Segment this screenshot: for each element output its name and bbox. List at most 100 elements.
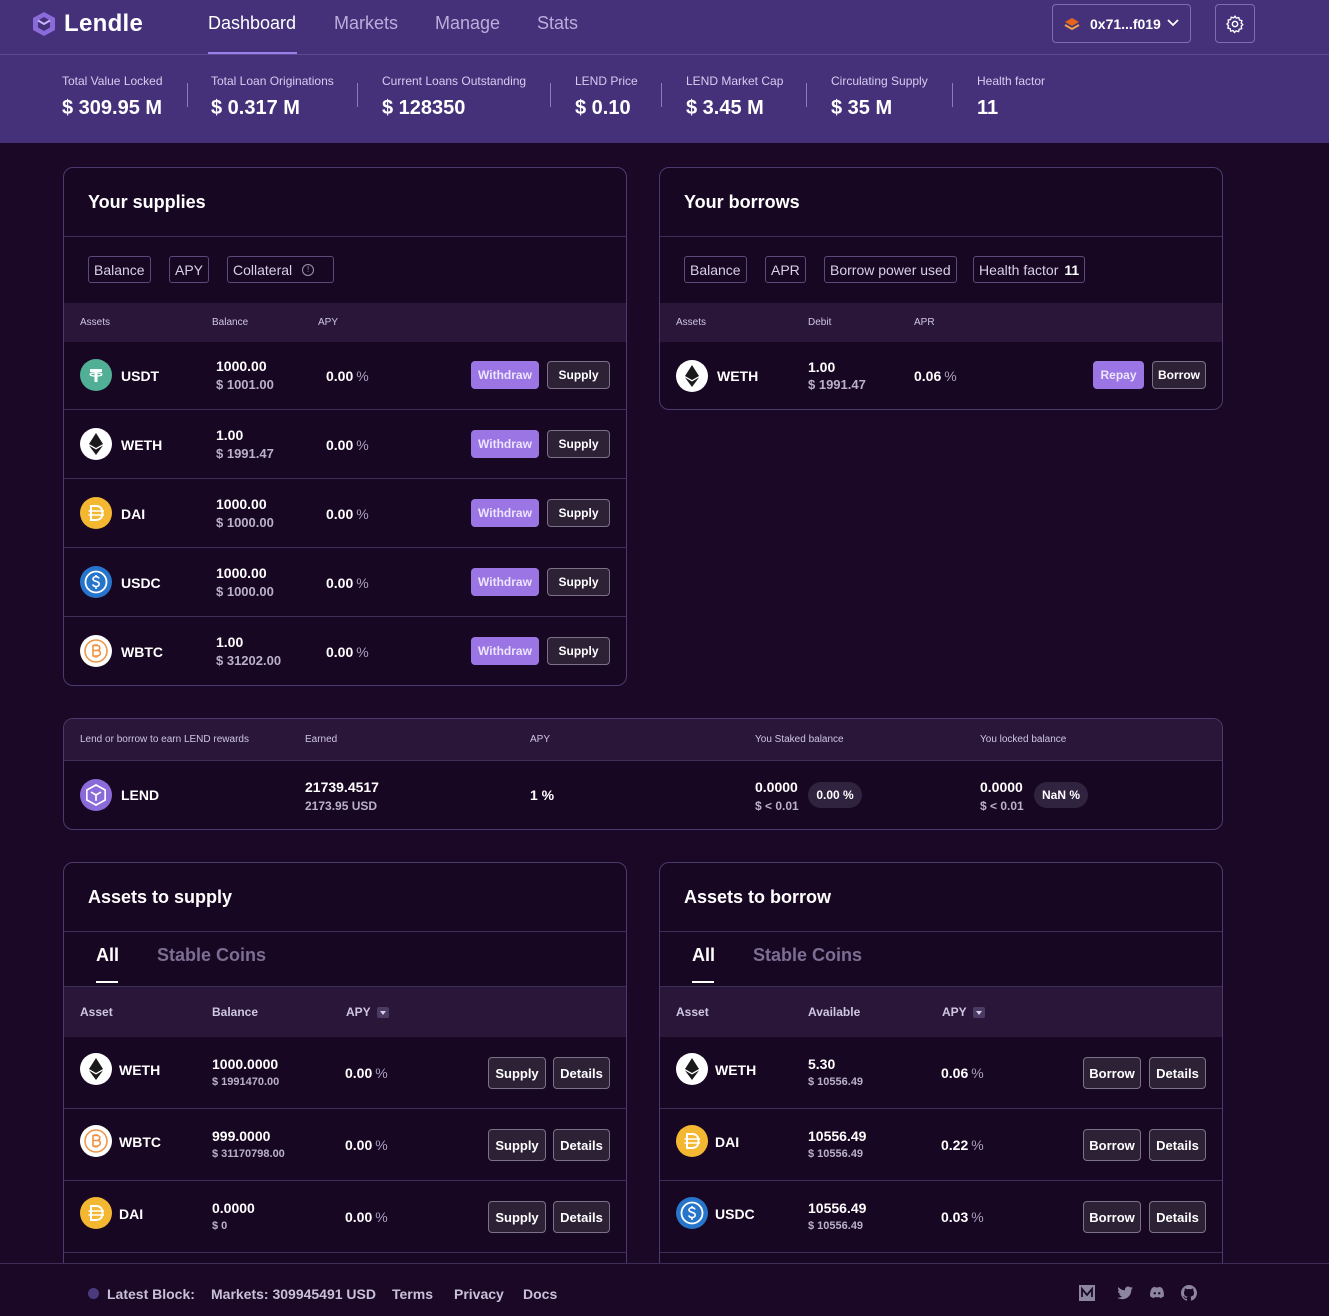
- weth-icon: [676, 1053, 708, 1085]
- column-header-balance: Balance: [212, 317, 249, 328]
- supply-button[interactable]: Supply: [488, 1057, 546, 1089]
- stat-label: LEND Market Cap: [686, 74, 784, 88]
- apy-value: 0.00: [345, 1209, 373, 1225]
- asset-balance: 1.00: [216, 427, 244, 443]
- usdc-icon: [80, 566, 112, 598]
- available-usd: $ 10556.49: [808, 1148, 864, 1160]
- your-borrows-card: Your borrows Assets Debit APR WETH 1.00 …: [659, 167, 1223, 410]
- details-button[interactable]: Details: [1149, 1129, 1206, 1161]
- borrow-button[interactable]: Borrow: [1083, 1201, 1141, 1233]
- stat-value: $ 0.317 M: [211, 97, 300, 119]
- supply-button[interactable]: Supply: [547, 637, 610, 665]
- details-button[interactable]: Details: [553, 1129, 610, 1161]
- tab-stable-coins[interactable]: Stable Coins: [157, 945, 266, 966]
- borrow-button[interactable]: Borrow: [1152, 361, 1206, 389]
- borrow-apr: 0.06%: [914, 368, 957, 384]
- app-name: Lendle: [64, 10, 144, 37]
- chip-health-factor: Health factor 11: [973, 256, 1086, 283]
- settings-button[interactable]: [1215, 4, 1255, 43]
- nav-dashboard[interactable]: Dashboard: [208, 13, 296, 34]
- logo[interactable]: Lendle: [32, 10, 143, 38]
- column-header-apy[interactable]: APY: [346, 1005, 389, 1019]
- asset-balance: 1000.00: [216, 358, 267, 374]
- nav-stats[interactable]: Stats: [537, 13, 578, 34]
- table-row: WETH 1.00 $ 1991.47 0.00% Withdraw Suppl…: [64, 410, 626, 479]
- github-icon[interactable]: [1180, 1284, 1198, 1302]
- borrow-button[interactable]: Borrow: [1083, 1057, 1141, 1089]
- chip-collateral: Collateral !: [227, 256, 334, 283]
- supply-button[interactable]: Supply: [547, 430, 610, 458]
- divider: [660, 931, 1222, 932]
- details-button[interactable]: Details: [553, 1201, 610, 1233]
- tab-all[interactable]: All: [96, 945, 119, 966]
- nav-active-indicator: [208, 52, 297, 54]
- withdraw-button[interactable]: Withdraw: [471, 568, 539, 596]
- details-button[interactable]: Details: [1149, 1201, 1206, 1233]
- asset-apy: 0.00%: [326, 575, 369, 591]
- table-row: WBTC 1.00 $ 31202.00 0.00% Withdraw Supp…: [64, 617, 626, 685]
- stat-circulating-supply: Circulating Supply $ 35 M: [831, 74, 928, 120]
- table-row: DAI 10556.49 $ 10556.49 0.22% Borrow Det…: [660, 1109, 1222, 1181]
- withdraw-button[interactable]: Withdraw: [471, 637, 539, 665]
- usdt-icon: [80, 359, 112, 391]
- apy-value: 0.00: [345, 1137, 373, 1153]
- supply-button[interactable]: Supply: [547, 361, 610, 389]
- nav-manage[interactable]: Manage: [435, 13, 500, 34]
- supply-button[interactable]: Supply: [488, 1201, 546, 1233]
- stat-value: $ 309.95 M: [62, 97, 163, 119]
- column-header-apy[interactable]: APY: [942, 1005, 985, 1019]
- chip-label: Health factor: [979, 261, 1059, 278]
- footer-link-docs[interactable]: Docs: [523, 1286, 557, 1302]
- supply-button[interactable]: Supply: [547, 499, 610, 527]
- column-header-assets: Assets: [80, 317, 111, 328]
- discord-icon[interactable]: [1148, 1284, 1166, 1302]
- markets-total: Markets: 309945491 USD: [211, 1286, 376, 1302]
- locked-apy-pill: NaN %: [1034, 782, 1088, 808]
- asset-apy: 0.22%: [941, 1137, 984, 1153]
- block-status-dot-icon: [88, 1288, 99, 1299]
- wallet-balance-usd: $ 0: [212, 1220, 228, 1232]
- nav-markets[interactable]: Markets: [334, 13, 398, 34]
- withdraw-button[interactable]: Withdraw: [471, 499, 539, 527]
- withdraw-button[interactable]: Withdraw: [471, 430, 539, 458]
- repay-button[interactable]: Repay: [1093, 361, 1144, 389]
- apy-value: 0.00: [326, 506, 354, 522]
- supply-button[interactable]: Supply: [488, 1129, 546, 1161]
- column-header-label: APY: [346, 1005, 371, 1019]
- stat-label: LEND Price: [575, 74, 638, 88]
- lend-rewards-card: Lend or borrow to earn LEND rewards Earn…: [63, 718, 1223, 830]
- details-button[interactable]: Details: [1149, 1057, 1206, 1089]
- medium-icon[interactable]: [1078, 1284, 1096, 1302]
- apy-unit: %: [356, 368, 369, 384]
- asset-apy: 0.00%: [326, 644, 369, 660]
- withdraw-button[interactable]: Withdraw: [471, 361, 539, 389]
- twitter-icon[interactable]: [1116, 1284, 1134, 1302]
- top-header: Lendle Dashboard Markets Manage Stats 0x…: [0, 0, 1329, 143]
- borrow-button[interactable]: Borrow: [1083, 1129, 1141, 1161]
- asset-symbol: WETH: [715, 1062, 757, 1078]
- asset-symbol: WBTC: [119, 1134, 161, 1150]
- supply-button[interactable]: Supply: [547, 568, 610, 596]
- dai-icon: [80, 1197, 112, 1229]
- asset-apy: 0.00%: [345, 1065, 388, 1081]
- debit-amount: 1.00: [808, 359, 836, 375]
- column-header-asset: Asset: [676, 1005, 709, 1019]
- wallet-button[interactable]: 0x71...f019: [1052, 4, 1191, 43]
- tab-all[interactable]: All: [692, 945, 715, 966]
- wallet-balance: 999.0000: [212, 1128, 271, 1144]
- usdc-icon: [676, 1197, 708, 1229]
- asset-symbol: DAI: [715, 1134, 740, 1150]
- lend-token-icon: [80, 779, 112, 811]
- info-icon[interactable]: !: [302, 263, 315, 276]
- sort-icon: [376, 1007, 389, 1019]
- details-button[interactable]: Details: [553, 1057, 610, 1089]
- column-header-balance: Balance: [212, 1005, 259, 1019]
- footer-link-privacy[interactable]: Privacy: [454, 1286, 504, 1302]
- wallet-balance: 0.0000: [212, 1200, 255, 1216]
- tab-stable-coins[interactable]: Stable Coins: [753, 945, 862, 966]
- reward-token-symbol: LEND: [121, 787, 160, 803]
- divider: [64, 236, 626, 237]
- footer-link-terms[interactable]: Terms: [392, 1286, 433, 1302]
- asset-balance: 1000.00: [216, 565, 267, 581]
- locked-balance: 0.0000: [980, 779, 1023, 795]
